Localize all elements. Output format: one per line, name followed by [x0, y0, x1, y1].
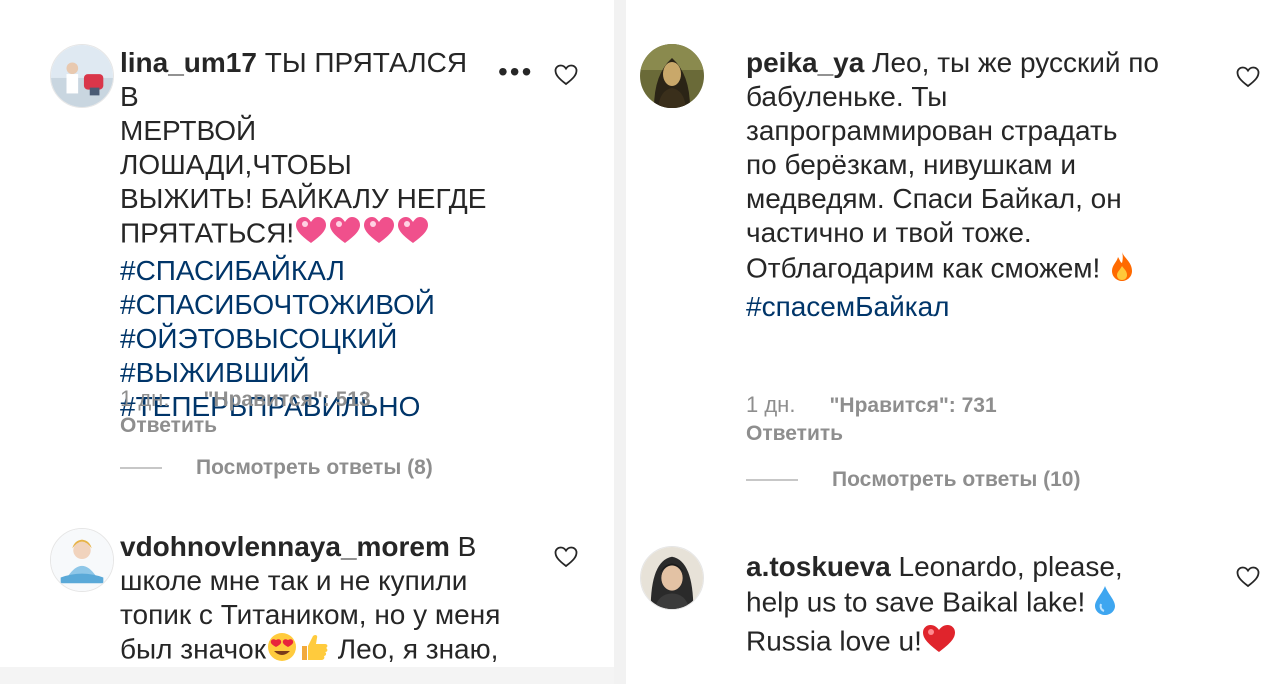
avatar[interactable] [640, 44, 704, 108]
view-replies-button[interactable]: Посмотреть ответы (8) [196, 456, 433, 480]
view-replies-divider [120, 467, 162, 469]
comment-text-line: ПРЯТАТЬСЯ! [120, 217, 295, 249]
hashtag-link[interactable]: #СПАСИБАЙКАЛ [120, 254, 490, 288]
comment-text-line: Russia love u! [746, 625, 922, 657]
comment-text-line: запрограммирован страдать [746, 115, 1118, 146]
droplet-icon [1093, 584, 1117, 624]
like-heart-icon[interactable] [1236, 566, 1260, 588]
comment-text-line: МЕРТВОЙ ЛОШАДИ,ЧТОБЫ [120, 115, 352, 180]
comment-text-line: Лео, ты же русский по [872, 47, 1159, 78]
avatar[interactable] [640, 546, 704, 610]
likes-count[interactable]: "Нравится": 513 [203, 388, 370, 411]
reply-button[interactable]: Ответить [746, 422, 843, 446]
username[interactable]: vdohnovlennaya_morem [120, 531, 450, 562]
comment-text-line: Лео, я знаю, [337, 633, 499, 665]
hashtag-link[interactable]: #спасемБайкал [746, 290, 1266, 324]
comment-text-line: частично и твой тоже. [746, 217, 1032, 248]
comment-time[interactable]: 1 дн. [746, 392, 795, 417]
avatar[interactable] [50, 44, 114, 108]
avatar-photo-icon [641, 547, 703, 609]
red-heart-icon [922, 624, 956, 662]
comment-text-line: медведям. Спаси Байкал, он [746, 183, 1122, 214]
comment-text-line: В [457, 531, 477, 562]
fire-icon [1108, 250, 1136, 290]
avatar-photo-icon [51, 45, 113, 107]
right-comment-panel: peika_ya Лео, ты же русский по бабуленьк… [626, 0, 1280, 684]
avatar-photo-icon [51, 529, 113, 591]
comment-text-line: школе мне так и не купили [120, 565, 468, 596]
username[interactable]: a.toskueva [746, 551, 891, 582]
panel-gap [614, 0, 626, 684]
hashtag-link[interactable]: #СПАСИБОЧТОЖИВОЙ [120, 288, 490, 322]
left-comment-panel: lina_um17 ТЫ ПРЯТАЛСЯ В МЕРТВОЙ ЛОШАДИ,Ч… [0, 0, 614, 684]
comment-time[interactable]: 1 дн. [120, 386, 169, 411]
comment-meta: 1 дн. "Нравится": 731 [746, 392, 997, 418]
hashtag-link[interactable]: #ОЙЭТОВЫСОЦКИЙ [120, 322, 490, 356]
comment-text-line: Отблагодарим как сможем! [746, 252, 1101, 284]
comment-text-line: help us to save Baikal lake! [746, 586, 1086, 618]
comment-meta: 1 дн. "Нравится": 513 [120, 386, 371, 412]
like-heart-icon[interactable] [554, 64, 578, 86]
view-replies-button[interactable]: Посмотреть ответы (10) [832, 468, 1080, 492]
comment-text-line: по берёзкам, нивушкам и [746, 149, 1076, 180]
thumbs-up-icon [298, 632, 330, 670]
pink-hearts-icon [294, 216, 430, 254]
panel-bottom-edge [0, 667, 614, 684]
hashtag-link[interactable]: #ВЫЖИВШИЙ [120, 356, 490, 390]
comment-text-line: бабуленьке. Ты [746, 81, 948, 112]
comment-text-line: топик с Титаником, но у меня [120, 599, 501, 630]
avatar[interactable] [50, 528, 114, 592]
username[interactable]: lina_um17 [120, 47, 257, 78]
avatar-photo-icon [640, 44, 704, 108]
comment-text-line: был значок [120, 633, 266, 665]
heart-eyes-icon [266, 632, 298, 670]
like-heart-icon[interactable] [1236, 66, 1260, 88]
username[interactable]: peika_ya [746, 47, 864, 78]
like-heart-icon[interactable] [554, 546, 578, 568]
reply-button[interactable]: Ответить [120, 414, 217, 438]
likes-count[interactable]: "Нравится": 731 [829, 394, 996, 417]
view-replies-divider [746, 479, 798, 481]
comment-text-line: Leonardo, please, [898, 551, 1123, 582]
more-dots-icon[interactable]: ••• [498, 58, 533, 86]
comment-text-line: ВЫЖИТЬ! БАЙКАЛУ НЕГДЕ [120, 183, 487, 214]
